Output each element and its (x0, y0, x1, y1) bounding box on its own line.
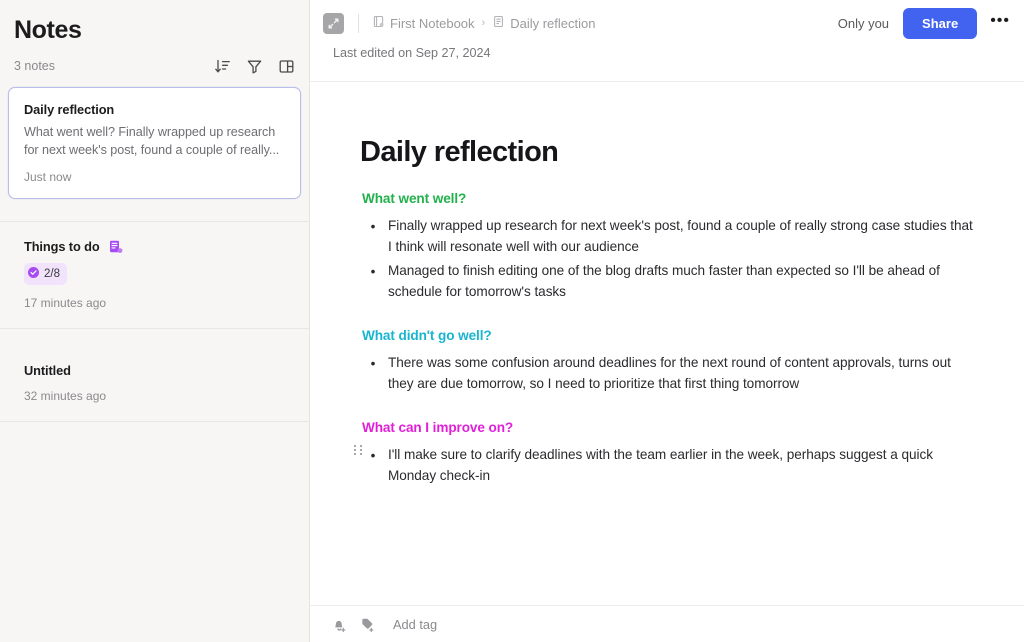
bullet-dot: • (370, 219, 376, 234)
top-toolbar: First Notebook › Daily reflection Only y… (310, 0, 1024, 46)
document-title[interactable]: Daily reflection (360, 136, 980, 169)
bullet-text: I'll make sure to clarify deadlines with… (388, 446, 933, 484)
section-what-went-well: What went well? • Finally wrapped up res… (360, 191, 980, 303)
section-heading[interactable]: What can I improve on? (362, 420, 980, 435)
more-options-button[interactable]: ••• (990, 13, 1010, 33)
bullet-text: Managed to finish editing one of the blo… (388, 262, 940, 300)
note-card-things-to-do[interactable]: Things to do 2/8 17 minutes ago (0, 222, 309, 328)
note-timestamp: Just now (24, 170, 72, 185)
visibility-label[interactable]: Only you (838, 16, 889, 31)
note-title: Daily reflection (24, 101, 115, 117)
bottom-toolbar: Add tag (310, 605, 1024, 642)
bullet-text: There was some confusion around deadline… (388, 354, 951, 392)
add-tag-icon[interactable] (359, 616, 376, 633)
section-heading[interactable]: What didn't go well? (362, 328, 980, 343)
toolbar-divider (358, 13, 359, 33)
sidebar-header: Notes (0, 0, 309, 45)
sidebar: Notes 3 notes Daily reflection What went… (0, 0, 310, 642)
breadcrumb: First Notebook › Daily reflection (372, 15, 595, 31)
list-divider (0, 421, 309, 423)
notes-list: Daily reflection What went well? Finally… (0, 86, 309, 642)
sort-icon[interactable] (214, 58, 231, 75)
bullet-list: • There was some confusion around deadli… (360, 352, 980, 395)
section-what-can-i-improve-on: What can I improve on? • I'll make sure … (354, 420, 980, 487)
note-card-untitled[interactable]: Untitled 32 minutes ago (0, 329, 309, 421)
checklist-note-icon (109, 240, 123, 254)
note-card-daily-reflection[interactable]: Daily reflection What went well? Finally… (8, 86, 301, 200)
bullet-list: • I'll make sure to clarify deadlines wi… (354, 444, 980, 487)
last-edited-row: Last edited on Sep 27, 2024 (310, 46, 1024, 81)
todo-progress-badge: 2/8 (24, 263, 67, 286)
bullet-list: • Finally wrapped up research for next w… (360, 215, 980, 303)
breadcrumb-item-notebook[interactable]: First Notebook (372, 15, 475, 31)
breadcrumb-item-note[interactable]: Daily reflection (492, 15, 595, 31)
bullet-dot: • (370, 263, 376, 279)
add-reminder-icon[interactable] (331, 616, 348, 633)
notebook-icon (372, 15, 385, 31)
note-timestamp: 32 minutes ago (24, 389, 107, 404)
bullet-item[interactable]: • I'll make sure to clarify deadlines wi… (354, 444, 980, 487)
sidebar-toolbar: 3 notes (0, 45, 309, 75)
note-timestamp: 17 minutes ago (24, 296, 107, 311)
collapse-panel-icon[interactable] (323, 12, 344, 34)
bullet-dot: • (370, 447, 376, 463)
bullet-item[interactable]: • There was some confusion around deadli… (360, 352, 980, 395)
drag-handle-icon[interactable] (354, 444, 363, 457)
notes-app: Notes 3 notes Daily reflection What went… (0, 0, 1024, 642)
breadcrumb-label: First Notebook (390, 15, 475, 31)
note-title: Untitled (24, 363, 71, 379)
layout-icon[interactable] (278, 58, 295, 75)
note-title: Things to do (24, 239, 100, 255)
main-panel: First Notebook › Daily reflection Only y… (310, 0, 1024, 642)
bullet-dot: • (370, 355, 376, 371)
document-body[interactable]: Daily reflection What went well? • Final… (310, 82, 1024, 605)
section-heading[interactable]: What went well? (362, 191, 980, 206)
bullet-item[interactable]: • Finally wrapped up research for next w… (360, 215, 980, 258)
notes-count: 3 notes (14, 59, 56, 74)
last-edited-text: Last edited on Sep 27, 2024 (333, 46, 491, 60)
filter-icon[interactable] (246, 58, 263, 75)
breadcrumb-separator: › (481, 17, 486, 29)
bullet-item[interactable]: • Managed to finish editing one of the b… (360, 260, 980, 303)
todo-count: 2/8 (44, 268, 60, 281)
section-what-didnt-go-well: What didn't go well? • There was some co… (360, 328, 980, 395)
note-icon (492, 15, 505, 31)
page-title: Notes (14, 16, 82, 44)
note-snippet: What went well? Finally wrapped up resea… (24, 124, 280, 157)
share-button[interactable]: Share (903, 7, 978, 39)
bullet-text: Finally wrapped up research for next wee… (388, 218, 973, 255)
check-circle-icon (28, 265, 39, 283)
add-tag-label[interactable]: Add tag (393, 617, 437, 632)
breadcrumb-label: Daily reflection (510, 15, 596, 31)
